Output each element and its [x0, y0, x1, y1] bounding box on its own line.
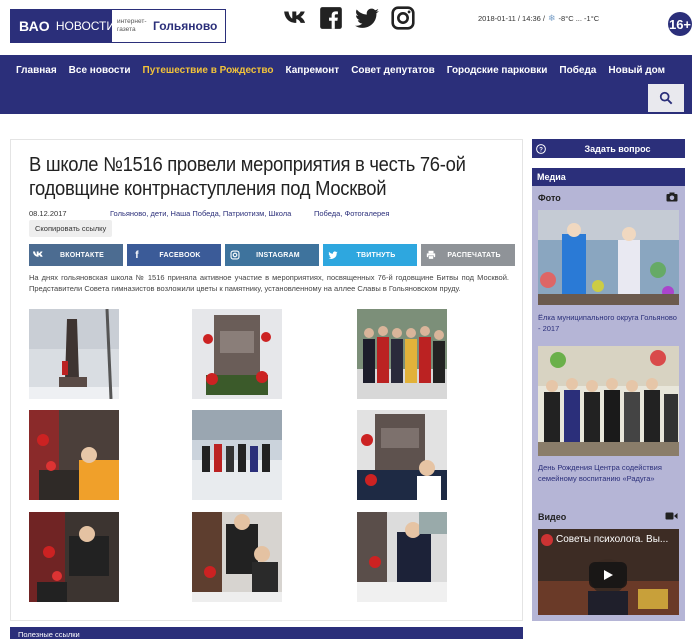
- gallery-photo-1[interactable]: [29, 309, 119, 399]
- weather-temp: -8°C ... -1°C: [558, 14, 600, 23]
- twitter-icon: [323, 244, 343, 266]
- article-date: 08.12.2017: [29, 209, 67, 218]
- site-logo[interactable]: ВАО НОВОСТИ интернет-газета Гольяново: [10, 9, 226, 43]
- nav-item-5[interactable]: Совет депутатов: [345, 65, 441, 76]
- date-weather: 2018-01-11 / 14:36 / ❄ -8°C ... -1°C: [478, 13, 599, 24]
- logo-news: НОВОСТИ: [55, 19, 116, 33]
- twitter-icon[interactable]: [354, 5, 380, 31]
- share-instagram-button[interactable]: INSTAGRAM: [225, 244, 319, 266]
- search-icon: [659, 91, 673, 105]
- current-datetime: 2018-01-11 / 14:36 /: [478, 14, 545, 23]
- video-section-label: Видео: [538, 512, 567, 522]
- nav-item-6[interactable]: Городские парковки: [441, 65, 554, 76]
- svg-text:?: ?: [539, 146, 543, 153]
- facebook-icon: f: [135, 249, 139, 261]
- vk-icon: [29, 244, 49, 266]
- gallery-photo-2[interactable]: [192, 309, 282, 399]
- age-rating-badge: 16+: [668, 12, 692, 36]
- media-photo-1[interactable]: [538, 210, 679, 305]
- article-title: В школе №1516 провели мероприятия в чест…: [29, 154, 466, 200]
- nav-item-2[interactable]: Все новости: [63, 65, 137, 76]
- share-twitter-button[interactable]: ТВИТНУТЬ: [323, 244, 417, 266]
- media-photo-2[interactable]: [538, 346, 679, 456]
- play-button[interactable]: [589, 562, 627, 588]
- nav-item-4[interactable]: Капремонт: [280, 65, 346, 76]
- page: ВАО НОВОСТИ интернет-газета Гольяново 20…: [0, 0, 692, 639]
- share-facebook-label: FACEBOOK: [159, 251, 201, 259]
- gallery-photo-7[interactable]: [29, 512, 119, 602]
- instagram-icon: [225, 244, 245, 266]
- gallery-photo-6[interactable]: [357, 410, 447, 500]
- nav-item-8[interactable]: Новый дом: [602, 65, 671, 76]
- related-links-bar: Полезные ссылки: [10, 627, 523, 639]
- snowflake-icon: ❄: [548, 13, 556, 23]
- gallery-photo-9[interactable]: [357, 512, 447, 602]
- logo-district-block: интернет-газета Гольяново: [112, 10, 225, 42]
- channel-avatar: [541, 534, 553, 546]
- instagram-icon[interactable]: [390, 5, 416, 31]
- article-tags[interactable]: Гольяново, дети, Наша Победа, Патриотизм…: [110, 209, 314, 218]
- photo-section-label: Фото: [538, 193, 561, 203]
- play-icon: [604, 570, 613, 580]
- nav-items: Главная Все новости Путешествие в Рождеств…: [10, 65, 671, 76]
- nav-item-7[interactable]: Победа: [553, 65, 602, 76]
- print-button[interactable]: РАСПЕЧАТАТЬ: [421, 244, 515, 266]
- ask-question-button[interactable]: ? Задать вопрос: [532, 139, 685, 158]
- nav-item-3[interactable]: Путешествие в Рождество: [137, 65, 280, 76]
- video-title: Советы психолога. Вы...: [556, 534, 669, 545]
- nav-item-1[interactable]: Главная: [10, 65, 63, 76]
- video-player[interactable]: Советы психолога. Вы...: [538, 529, 679, 615]
- logo-vao: ВАО: [19, 18, 50, 34]
- media-photo-2-caption[interactable]: День Рождения Центра содействия семейном…: [538, 462, 681, 484]
- search-button[interactable]: [648, 84, 684, 112]
- gallery-photo-5[interactable]: [192, 410, 282, 500]
- gallery-photo-4[interactable]: [29, 410, 119, 500]
- logo-district: Гольяново: [153, 19, 218, 33]
- site-header: ВАО НОВОСТИ интернет-газета Гольяново 20…: [0, 0, 692, 55]
- gallery-photo-3[interactable]: [357, 309, 447, 399]
- article-categories[interactable]: Победа, Фотогалерея: [314, 209, 389, 218]
- article-card: В школе №1516 провели мероприятия в чест…: [10, 139, 523, 621]
- main-nav: Главная Все новости Путешествие в Рождеств…: [0, 55, 692, 114]
- print-label: РАСПЕЧАТАТЬ: [447, 251, 501, 259]
- share-buttons: ВКОНТАКТЕ f FACEBOOK INSTAGRAM ТВИТНУТЬ: [29, 244, 515, 266]
- print-icon: [421, 244, 441, 266]
- copy-link-button[interactable]: Скопировать ссылку: [29, 220, 113, 237]
- gallery-photo-8[interactable]: [192, 512, 282, 602]
- article-lead: На днях гольяновская школа № 1516 принял…: [29, 273, 509, 293]
- article-meta: 08.12.2017 Гольяново, дети, Наша Победа,…: [29, 209, 389, 218]
- camera-icon: [666, 192, 678, 205]
- facebook-icon[interactable]: [318, 5, 344, 31]
- share-vk-label: ВКОНТАКТЕ: [60, 251, 104, 259]
- media-title: Медиа: [532, 168, 685, 186]
- media-photo-1-caption[interactable]: Ёлка муниципального округа Гольяново - 2…: [538, 312, 681, 334]
- video-camera-icon: [665, 511, 678, 524]
- social-links: [282, 5, 416, 31]
- share-instagram-label: INSTAGRAM: [256, 251, 300, 259]
- logo-brand-block: ВАО НОВОСТИ: [11, 10, 116, 42]
- vk-icon[interactable]: [282, 5, 308, 31]
- share-vk-button[interactable]: ВКОНТАКТЕ: [29, 244, 123, 266]
- photo-gallery: [29, 309, 509, 614]
- media-widget: Медиа Фото Ёлка муниципального округа Го…: [532, 168, 685, 621]
- share-twitter-label: ТВИТНУТЬ: [356, 251, 396, 259]
- ask-question-label: Задать вопрос: [584, 143, 651, 154]
- question-icon: ?: [532, 143, 550, 154]
- logo-subtitle: интернет-газета: [117, 18, 147, 33]
- share-facebook-button[interactable]: f FACEBOOK: [127, 244, 221, 266]
